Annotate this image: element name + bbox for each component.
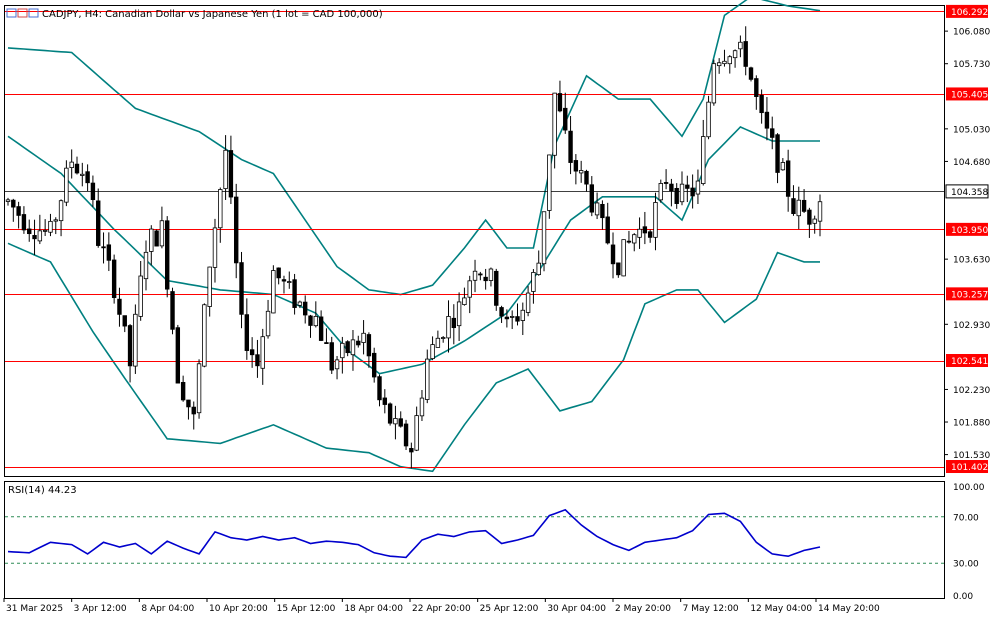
price-tick-label: 101.880 — [953, 419, 990, 429]
price-tick-label: 103.630 — [953, 256, 990, 266]
candle — [271, 265, 276, 314]
price-tick-label: 106.080 — [953, 28, 990, 38]
candle — [165, 216, 170, 298]
time-tick-label: 8 Apr 04:00 — [141, 604, 194, 614]
candle — [541, 211, 547, 272]
svg-text:105.405: 105.405 — [951, 90, 988, 100]
rsi-tick-label: 100.00 — [953, 483, 985, 493]
price-tick-label: 105.030 — [953, 125, 990, 135]
time-tick-label: 22 Apr 20:00 — [412, 604, 471, 614]
time-tick-label: 15 Apr 12:00 — [277, 604, 336, 614]
level-price-tag: 102.541 — [946, 354, 988, 368]
time-tick-label: 2 May 20:00 — [615, 604, 671, 614]
price-tick-label: 104.680 — [953, 158, 990, 168]
time-tick-label: 25 Apr 12:00 — [480, 604, 539, 614]
time-tick-label: 14 May 20:00 — [818, 604, 880, 614]
rsi-tick-label: 30.00 — [953, 560, 979, 570]
chart-title: CADJPY, H4: Canadian Dollar vs Japanese … — [42, 9, 383, 20]
trading-chart[interactable]: 100.00 70.00 30.00 0.00 106.080 105.730 105.0… — [0, 0, 1000, 620]
svg-text:104.358: 104.358 — [951, 188, 988, 198]
time-tick-label: 10 Apr 20:00 — [209, 604, 268, 614]
candle — [748, 66, 754, 82]
rsi-panel[interactable] — [4, 481, 945, 599]
candle — [706, 95, 711, 140]
candle — [494, 268, 499, 311]
current-price-tag: 104.358 — [945, 184, 989, 199]
candle — [175, 324, 181, 384]
time-tick-label: 12 May 04:00 — [750, 604, 812, 614]
rsi-tick-label: 0.00 — [953, 592, 973, 602]
time-tick-label: 30 Apr 04:00 — [547, 604, 606, 614]
level-price-tag: 106.292 — [946, 4, 988, 18]
candle — [133, 304, 138, 374]
candle — [111, 254, 117, 304]
price-tick-label: 105.730 — [953, 60, 990, 70]
rsi-tick-label: 70.00 — [953, 513, 979, 523]
candle — [154, 229, 159, 247]
candle — [196, 359, 202, 419]
time-axis: 31 Mar 2025 3 Apr 12:00 8 Apr 04:00 10 Apr … — [3, 598, 880, 614]
rsi-label: RSI(14) 44.23 — [8, 485, 77, 496]
time-tick-label: 7 May 12:00 — [683, 604, 739, 614]
candle — [403, 419, 409, 451]
price-axis: 106.080 105.730 105.030 104.680 103.630 102.9… — [944, 4, 990, 474]
candle — [329, 336, 334, 374]
level-price-tag: 101.402 — [946, 460, 988, 474]
candle — [387, 402, 393, 426]
candle — [621, 239, 626, 277]
candle — [711, 59, 717, 106]
level-price-tag: 105.405 — [946, 87, 988, 101]
price-tick-label: 102.930 — [953, 321, 990, 331]
time-tick-label: 18 Apr 04:00 — [344, 604, 403, 614]
time-tick-label: 3 Apr 12:00 — [74, 604, 127, 614]
svg-text:106.292: 106.292 — [951, 8, 988, 18]
svg-text:103.257: 103.257 — [951, 290, 988, 300]
candle — [170, 287, 175, 335]
time-tick-label: 31 Mar 2025 — [6, 604, 63, 614]
level-price-tag: 103.950 — [946, 222, 988, 236]
svg-text:101.402: 101.402 — [951, 463, 988, 473]
candle — [202, 303, 207, 368]
candle — [547, 154, 552, 219]
candle — [371, 347, 377, 383]
price-tick-label: 101.530 — [953, 451, 990, 461]
price-tick-label: 102.230 — [953, 386, 990, 396]
candle — [658, 179, 663, 203]
svg-text:103.950: 103.950 — [951, 226, 988, 236]
level-price-tag: 103.257 — [946, 287, 988, 301]
svg-text:102.541: 102.541 — [951, 357, 988, 367]
